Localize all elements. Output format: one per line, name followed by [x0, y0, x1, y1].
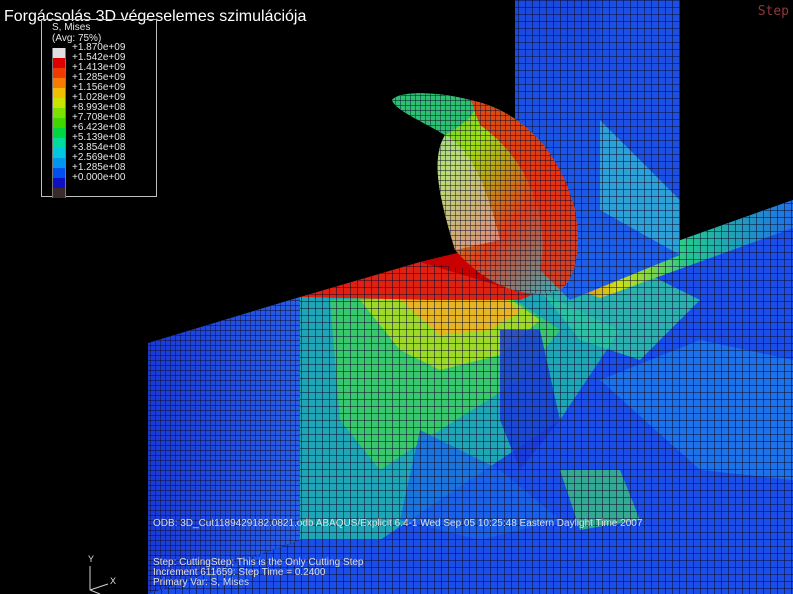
legend-entry: +0.000e+00: [52, 173, 125, 188]
legend-swatch: [52, 78, 66, 88]
legend-swatch: [52, 148, 66, 158]
odb-info-line: ODB: 3D_Cut1189429182.0821.odb ABAQUS/Ex…: [153, 518, 643, 529]
triad-axes-icon: [89, 566, 109, 594]
legend-swatch: [52, 168, 66, 178]
legend-scale: +1.870e+09 +1.542e+09 +1.413e+09 +1.285e+09…: [52, 43, 125, 198]
legend-swatch: [52, 118, 66, 128]
legend-swatch: [52, 68, 66, 78]
legend-swatch: [52, 48, 66, 58]
triad-x-label: X: [110, 576, 117, 586]
viewport-step-label: Step: [757, 4, 789, 19]
legend-swatch: [52, 138, 66, 148]
legend-swatch: [52, 188, 66, 198]
axis-triad: Y X: [78, 554, 128, 594]
legend-swatch: [52, 158, 66, 168]
legend-swatch: [52, 58, 66, 68]
legend-swatch: [52, 128, 66, 138]
legend-header: S, Mises (Avg: 75%): [52, 22, 101, 44]
legend-bottom-swatch-row: [52, 188, 125, 198]
legend-value: +0.000e+00: [72, 172, 126, 183]
step-info: Step: CuttingStep; This is the Only Cutt…: [153, 558, 363, 588]
stress-legend: S, Mises (Avg: 75%) +1.870e+09 +1.542e+09…: [41, 19, 157, 198]
simulation-viewport[interactable]: Forgácsolás 3D végeselemes szimulációja …: [0, 0, 793, 594]
legend-swatch: [52, 88, 66, 98]
triad-y-label: Y: [88, 554, 95, 564]
legend-swatch: [52, 98, 66, 108]
primary-var-line: Primary Var: S, Mises: [153, 577, 249, 588]
legend-swatch: [52, 178, 66, 188]
legend-variable: S, Mises: [52, 22, 91, 33]
legend-swatch: [52, 108, 66, 118]
